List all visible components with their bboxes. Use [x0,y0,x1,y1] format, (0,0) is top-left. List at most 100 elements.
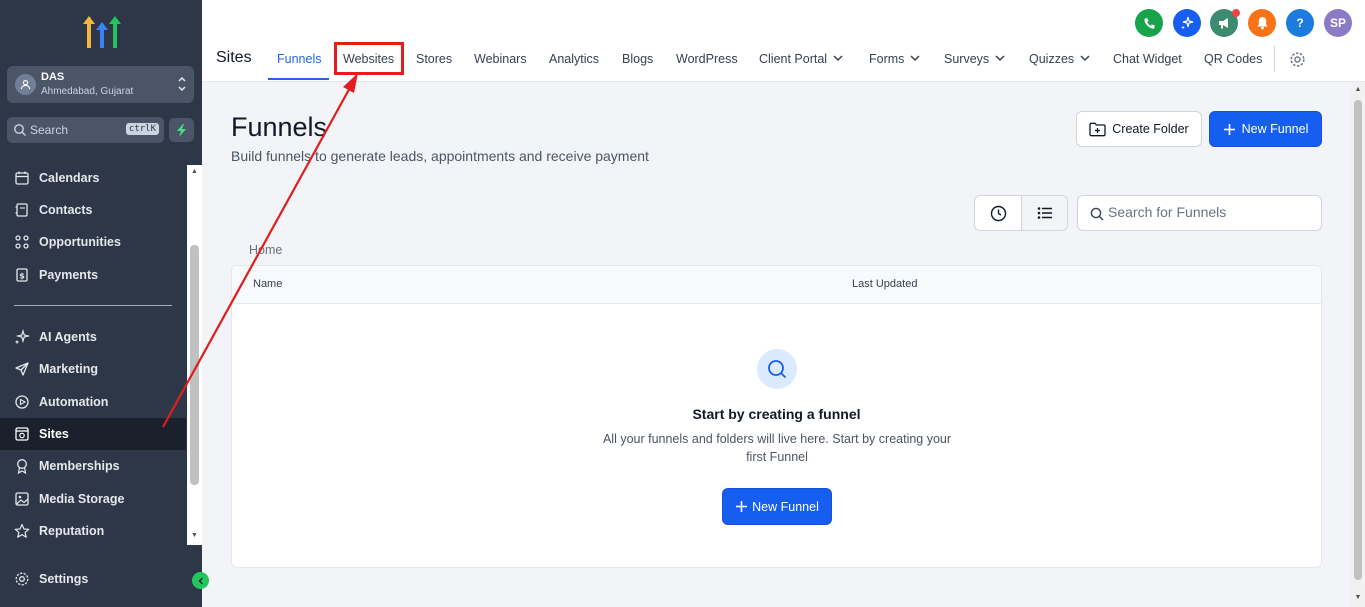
tab-label: Forms [869,52,905,66]
user-avatar[interactable]: SP [1324,9,1352,37]
sidebar-item-label: Reputation [39,524,105,538]
notification-dot [1232,9,1240,17]
scroll-down-icon[interactable]: ▼ [1354,594,1362,601]
tab-analytics[interactable]: Analytics [549,52,599,66]
tab-funnels[interactable]: Funnels [277,52,321,66]
tab-quizzes[interactable]: Quizzes [1029,52,1090,66]
folder-plus-icon [1089,122,1106,136]
payments-icon: $ [16,268,28,282]
search-icon [14,124,26,136]
list-icon [1037,207,1052,219]
new-funnel-button[interactable]: New Funnel [1209,111,1322,147]
sidebar-item-marketing[interactable]: Marketing [0,353,186,385]
image-icon [15,492,29,506]
megaphone-icon [1219,18,1228,29]
scroll-up-icon[interactable]: ▲ [1354,86,1362,93]
sidebar-item-contacts[interactable]: Contacts [0,194,186,226]
tab-separator [1274,46,1275,72]
award-icon [17,459,27,474]
sidebar-item-label: Calendars [39,171,100,185]
sidebar-item-label: Sites [39,427,69,441]
page-title: Funnels [231,112,328,142]
notifications-button[interactable] [1248,9,1276,37]
account-avatar-icon [15,74,36,95]
quick-actions-button[interactable] [169,118,194,142]
user-initials: SP [1329,16,1346,30]
scroll-down-icon[interactable]: ▼ [190,532,199,540]
app-logo[interactable] [83,14,121,50]
funnel-search-input[interactable] [1108,204,1308,220]
active-tab-indicator [268,78,329,80]
automation-icon [15,395,29,409]
sidebar-search-placeholder: Search [30,123,69,137]
sparkle-icon [1181,16,1194,30]
opportunities-icon [15,235,29,249]
collapse-sidebar-button[interactable] [192,572,209,589]
column-header-last-updated[interactable]: Last Updated [852,278,917,290]
help-button[interactable]: ? [1286,9,1314,37]
empty-state-new-funnel-button[interactable]: New Funnel [722,488,832,525]
main-scrollbar[interactable]: ▲ ▼ [1351,82,1365,607]
sidebar-item-label: Opportunities [39,235,121,249]
chevron-down-icon [910,55,920,62]
page-subtitle: Build funnels to generate leads, appoint… [231,148,649,164]
sidebar-item-calendars[interactable]: Calendars [0,162,186,194]
breadcrumb[interactable]: Home [249,243,282,257]
scroll-up-icon[interactable]: ▲ [190,168,199,176]
sidebar-item-label: Media Storage [39,492,125,506]
main-scroll-thumb[interactable] [1354,100,1362,580]
account-switcher[interactable]: DAS Ahmedabad, Gujarat [7,66,194,103]
tab-surveys[interactable]: Surveys [944,52,1005,66]
ai-assistant-button[interactable] [1173,9,1201,37]
sidebar-item-reputation[interactable]: Reputation [0,515,186,547]
sidebar-item-payments[interactable]: $ Payments [0,259,186,291]
help-icon: ? [1296,16,1304,30]
account-location: Ahmedabad, Gujarat [41,86,134,97]
phone-button[interactable] [1135,9,1163,37]
tab-qr-codes[interactable]: QR Codes [1204,52,1262,66]
tab-chat-widget[interactable]: Chat Widget [1113,52,1182,66]
sidebar-item-settings[interactable]: Settings [0,563,186,595]
empty-state-title: Start by creating a funnel [692,406,861,422]
column-header-name[interactable]: Name [253,278,282,290]
tab-wordpress[interactable]: WordPress [676,52,738,66]
gear-icon[interactable] [1289,51,1306,68]
keyboard-shortcut-badge: ctrlK [125,123,159,135]
tab-webinars[interactable]: Webinars [474,52,527,66]
sidebar-item-opportunities[interactable]: Opportunities [0,226,186,258]
sidebar-item-label: Contacts [39,203,93,217]
sidebar-item-ai-agents[interactable]: AI Agents [0,321,186,353]
tab-forms[interactable]: Forms [869,52,920,66]
tab-client-portal[interactable]: Client Portal [759,52,843,66]
sidebar-search[interactable]: Search ctrlK [7,117,164,143]
empty-state-description: All your funnels and folders will live h… [602,432,952,464]
sidebar-item-automation[interactable]: Automation [0,386,186,418]
settings-gear-icon [15,572,29,586]
sidebar: DAS Ahmedabad, Gujarat Search ctrlK Cale… [0,0,209,607]
sidebar-item-label: Settings [39,572,89,586]
sidebar-scroll-thumb[interactable] [190,245,199,485]
sites-icon [15,427,29,441]
sidebar-item-sites[interactable]: Sites [0,418,186,450]
chevron-down-icon [833,55,843,62]
sidebar-item-label: AI Agents [39,330,97,344]
contacts-icon [15,203,28,217]
svg-text:$: $ [19,272,25,281]
sidebar-item-label: Automation [39,395,109,409]
recent-view-button[interactable] [975,196,1021,230]
tab-label: Quizzes [1029,52,1075,66]
search-icon [1090,207,1104,221]
create-folder-label: Create Folder [1112,122,1189,136]
tab-stores[interactable]: Stores [416,52,452,66]
sidebar-item-memberships[interactable]: Memberships [0,450,186,482]
table-header: Name Last Updated [232,266,1321,304]
sidebar-item-media-storage[interactable]: Media Storage [0,483,186,515]
plus-icon [1223,123,1235,135]
chevron-down-icon [995,55,1005,62]
funnel-search-field[interactable] [1077,195,1322,231]
bell-icon [1257,17,1267,30]
star-icon [14,523,30,538]
tab-blogs[interactable]: Blogs [622,52,653,66]
create-folder-button[interactable]: Create Folder [1076,111,1202,147]
list-view-button[interactable] [1021,196,1067,230]
